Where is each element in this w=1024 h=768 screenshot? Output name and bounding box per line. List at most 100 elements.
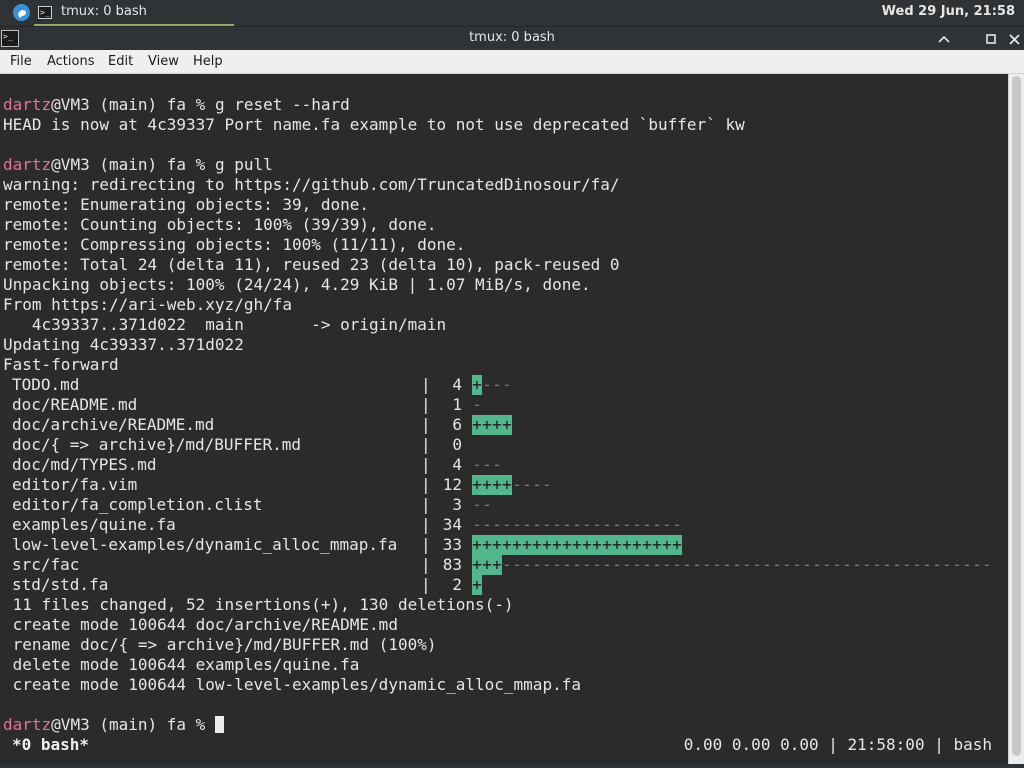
text-cursor — [214, 716, 224, 733]
diffstat-count: 6 — [452, 415, 462, 434]
close-button[interactable] — [1004, 29, 1024, 49]
clock[interactable]: Wed 29 Jun, 21:58 — [882, 4, 1015, 19]
output-line: 4c39337..371d022 main -> origin/main — [3, 315, 447, 334]
menu-actions[interactable]: Actions — [47, 54, 95, 69]
diffstat-graph: + + + + - - - - — [472, 475, 552, 495]
menu-file[interactable]: File — [10, 54, 32, 69]
diffstat-graph: - — [472, 395, 482, 415]
taskbar-window-label: tmux: 0 bash — [61, 4, 147, 19]
output-line: Unpacking objects: 100% (24/24), 4.29 Ki… — [3, 275, 591, 294]
prompt-host: @VM3 (main) fa % — [51, 95, 215, 114]
diffstat-file: doc/md/TYPES.md — [12, 455, 157, 474]
output-line: warning: redirecting to https://github.c… — [3, 175, 620, 194]
prompt-user: dartz — [3, 715, 52, 734]
diffstat-separator: | — [421, 415, 431, 434]
prompt-line: dartz@VM3 (main) fa % g pull — [3, 155, 273, 175]
diffstat-row: editor/fa_completion.clist | 3 - - — [0, 495, 1008, 515]
deletion-bar: - — [472, 395, 482, 414]
diffstat-separator: | — [421, 495, 431, 514]
deletion-bar: ----------------------------------------… — [502, 555, 992, 574]
window-titlebar[interactable]: >_ tmux: 0 bash — [0, 26, 1024, 50]
diffstat-file: doc/README.md — [12, 395, 138, 414]
output-line: remote: Compressing objects: 100% (11/11… — [3, 235, 466, 254]
tmux-window-list[interactable]: *0 bash* — [12, 735, 89, 754]
diffstat-count: 1 — [452, 395, 462, 414]
scrollbar-thumb[interactable] — [1012, 76, 1021, 756]
maximize-button[interactable] — [981, 29, 1001, 49]
diffstat-graph: + + + - - - - - - - - - - - - - - - - - - - - - - - - - - - - - - - - - - - - -… — [472, 555, 992, 575]
diffstat-count: 4 — [452, 375, 462, 394]
diffstat-file: doc/{ => archive}/md/BUFFER.md — [12, 435, 301, 454]
diffstat-count: 33 — [442, 535, 462, 554]
chevron-up-icon — [938, 35, 950, 43]
summary-line: create mode 100644 doc/archive/README.md — [3, 615, 398, 634]
deletion-bar: -- — [472, 495, 492, 514]
diffstat-file: src/fac — [12, 555, 80, 574]
prompt-line: dartz@VM3 (main) fa % g reset --hard — [3, 95, 350, 115]
diffstat-graph: + + + + — [472, 415, 512, 435]
diffstat-row: editor/fa.vim | 12 + + + + - - - - — [0, 475, 1008, 495]
deletion-bar: ---- — [512, 475, 552, 494]
close-icon — [1008, 33, 1020, 45]
whisker-menu-icon[interactable] — [13, 4, 30, 21]
diffstat-row: examples/quine.fa | 34 - - - - - - - - - - - - - - - - - - - -… — [0, 515, 1008, 535]
prompt-user: dartz — [3, 155, 52, 174]
diffstat-row: doc/archive/README.md | 6 + + + + — [0, 415, 1008, 435]
diffstat-row: std/std.fa | 2 + — [0, 575, 1008, 595]
insertion-bar: + + + + + + + + + + + + + + + + + + + + + — [472, 535, 682, 555]
deletion-bar: --------------------- — [472, 515, 682, 534]
command-text: g pull — [214, 155, 273, 174]
insertion-bar: + — [472, 375, 482, 395]
prompt-host: @VM3 (main) fa % — [51, 155, 215, 174]
vertical-scrollbar[interactable] — [1008, 74, 1024, 768]
command-text: g reset --hard — [214, 95, 350, 114]
diffstat-file: doc/archive/README.md — [12, 415, 215, 434]
diffstat-row: TODO.md | 4 + - - - — [0, 375, 1008, 395]
diffstat-count: 3 — [452, 495, 462, 514]
menu-view[interactable]: View — [148, 54, 179, 69]
window-border — [0, 764, 1024, 768]
diffstat-separator: | — [421, 435, 431, 454]
diffstat-row: doc/md/TYPES.md | 4 - - - — [0, 455, 1008, 475]
tmux-status-right: 0.00 0.00 0.00 | 21:58:00 | bash — [683, 735, 992, 754]
output-line: remote: Enumerating objects: 39, done. — [3, 195, 370, 214]
diffstat-row: src/fac | 83 + + + - - - - - - - - - - - - - - - - - - - - - - - - - - -… — [0, 555, 1008, 575]
output-line: HEAD is now at 4c39337 Port name.fa exam… — [3, 115, 745, 134]
prompt-line: dartz@VM3 (main) fa % — [3, 715, 224, 735]
insertion-bar: + — [472, 575, 482, 595]
diffstat-separator: | — [421, 475, 431, 494]
output-line: remote: Total 24 (delta 11), reused 23 (… — [3, 255, 620, 274]
summary-line: create mode 100644 low-level-examples/dy… — [3, 675, 581, 694]
diffstat-file: low-level-examples/dynamic_alloc_mmap.fa — [12, 535, 398, 554]
minimize-button[interactable] — [934, 29, 954, 49]
diffstat-count: 2 — [452, 575, 462, 594]
deletion-bar: --- — [472, 455, 502, 474]
output-line: Updating 4c39337..371d022 — [3, 335, 244, 354]
menu-help[interactable]: Help — [193, 54, 223, 69]
diffstat-file: examples/quine.fa — [12, 515, 176, 534]
diffstat-separator: | — [421, 395, 431, 414]
prompt-user: dartz — [3, 95, 52, 114]
output-line: From https://ari-web.xyz/gh/fa — [3, 295, 292, 314]
diffstat-graph: --- — [472, 455, 502, 475]
diffstat-count: 4 — [452, 455, 462, 474]
maximize-icon — [986, 34, 996, 44]
diffstat-graph: --------------------- — [472, 515, 682, 535]
diffstat-separator: | — [421, 555, 431, 574]
menu-bar: File Actions Edit View Help — [0, 50, 1024, 74]
summary-line: delete mode 100644 examples/quine.fa — [3, 655, 360, 674]
insertion-bar: + + + + — [472, 475, 512, 495]
diffstat-file: TODO.md — [12, 375, 80, 394]
taskbar-window-button[interactable]: >_ tmux: 0 bash — [34, 0, 234, 26]
diffstat-separator: | — [421, 455, 431, 474]
diffstat-separator: | — [421, 535, 431, 554]
tmux-status-bar: *0 bash* 0.00 0.00 0.00 | 21:58:00 | bas… — [0, 734, 1008, 756]
diffstat-graph: + — [472, 575, 482, 595]
deletion-bar: --- — [482, 375, 512, 394]
terminal-output[interactable]: dartz@VM3 (main) fa % g reset --hard HEA… — [0, 74, 1008, 768]
diffstat-graph: + + + + + + + + + + + + + + + + + + + + + — [472, 535, 682, 555]
diffstat-count: 0 — [452, 435, 462, 454]
menu-edit[interactable]: Edit — [108, 54, 133, 69]
insertion-bar: + + + + — [472, 415, 512, 435]
summary-line: 11 files changed, 52 insertions(+), 130 … — [3, 595, 514, 614]
